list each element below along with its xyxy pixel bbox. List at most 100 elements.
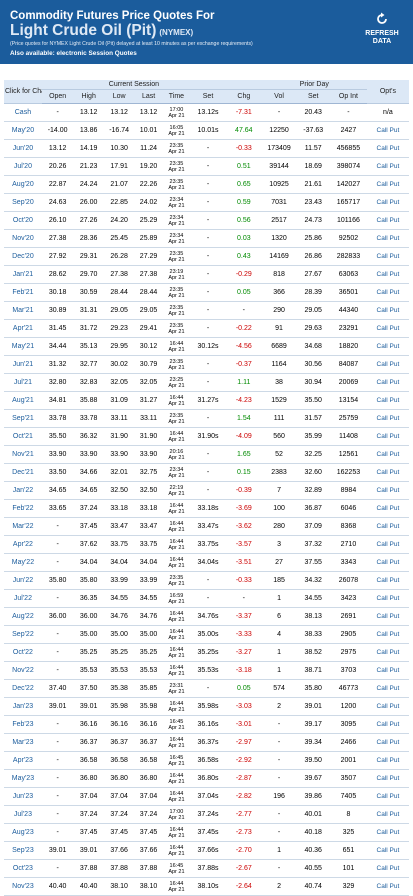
put-link[interactable]: Put	[390, 289, 400, 296]
put-link[interactable]: Put	[390, 505, 400, 512]
put-link[interactable]: Put	[390, 865, 400, 872]
put-link[interactable]: Put	[390, 667, 400, 674]
call-link[interactable]: Call	[377, 181, 388, 188]
put-link[interactable]: Put	[390, 649, 400, 656]
contract-month-link[interactable]: May'23	[4, 769, 42, 788]
contract-month-link[interactable]: Dec'20	[4, 247, 42, 266]
contract-month-link[interactable]: May'20	[4, 121, 42, 140]
put-link[interactable]: Put	[390, 577, 400, 584]
contract-month-link[interactable]: Dec'22	[4, 679, 42, 698]
put-link[interactable]: Put	[390, 271, 400, 278]
contract-month-link[interactable]: Oct'21	[4, 427, 42, 446]
put-link[interactable]: Put	[390, 883, 400, 890]
call-link[interactable]: Call	[377, 865, 388, 872]
contract-month-link[interactable]: Sep'23	[4, 841, 42, 860]
contract-month-link[interactable]: Mar'22	[4, 517, 42, 536]
put-link[interactable]: Put	[390, 775, 400, 782]
call-link[interactable]: Call	[377, 667, 388, 674]
put-link[interactable]: Put	[390, 127, 400, 134]
contract-month-link[interactable]: Jun'20	[4, 139, 42, 158]
put-link[interactable]: Put	[390, 253, 400, 260]
call-link[interactable]: Call	[377, 415, 388, 422]
put-link[interactable]: Put	[390, 811, 400, 818]
contract-month-link[interactable]: Mar'21	[4, 301, 42, 320]
contract-month-link[interactable]: Feb'23	[4, 715, 42, 734]
call-link[interactable]: Call	[377, 487, 388, 494]
put-link[interactable]: Put	[390, 631, 400, 638]
call-link[interactable]: Call	[377, 325, 388, 332]
refresh-data-button[interactable]: REFRESH DATA	[360, 12, 404, 46]
contract-month-link[interactable]: Jul'22	[4, 589, 42, 608]
call-link[interactable]: Call	[377, 577, 388, 584]
contract-month-link[interactable]: Sep'22	[4, 625, 42, 644]
call-link[interactable]: Call	[377, 631, 388, 638]
put-link[interactable]: Put	[390, 235, 400, 242]
put-link[interactable]: Put	[390, 181, 400, 188]
put-link[interactable]: Put	[390, 379, 400, 386]
call-link[interactable]: Call	[377, 739, 388, 746]
contract-month-link[interactable]: Apr'21	[4, 319, 42, 338]
put-link[interactable]: Put	[390, 325, 400, 332]
call-link[interactable]: Call	[377, 775, 388, 782]
put-link[interactable]: Put	[390, 397, 400, 404]
contract-month-link[interactable]: Sep'21	[4, 409, 42, 428]
contract-month-link[interactable]: Oct'20	[4, 211, 42, 230]
contract-month-link[interactable]: Aug'22	[4, 607, 42, 626]
put-link[interactable]: Put	[390, 307, 400, 314]
call-link[interactable]: Call	[377, 307, 388, 314]
contract-month-link[interactable]: Nov'20	[4, 229, 42, 248]
contract-month-link[interactable]: Apr'23	[4, 751, 42, 770]
call-link[interactable]: Call	[377, 451, 388, 458]
contract-month-link[interactable]: Feb'22	[4, 499, 42, 518]
contract-month-link[interactable]: May'22	[4, 553, 42, 572]
contract-month-link[interactable]: Nov'23	[4, 877, 42, 896]
contract-month-link[interactable]: Oct'23	[4, 859, 42, 878]
contract-month-link[interactable]: Jan'23	[4, 697, 42, 716]
put-link[interactable]: Put	[390, 613, 400, 620]
put-link[interactable]: Put	[390, 757, 400, 764]
call-link[interactable]: Call	[377, 145, 388, 152]
electronic-session-link[interactable]: electronic Session Quotes	[57, 50, 137, 57]
call-link[interactable]: Call	[377, 613, 388, 620]
call-link[interactable]: Call	[377, 253, 388, 260]
put-link[interactable]: Put	[390, 451, 400, 458]
put-link[interactable]: Put	[390, 163, 400, 170]
contract-month-link[interactable]: Jun'23	[4, 787, 42, 806]
call-link[interactable]: Call	[377, 829, 388, 836]
call-link[interactable]: Call	[377, 811, 388, 818]
contract-month-link[interactable]: Oct'22	[4, 643, 42, 662]
call-link[interactable]: Call	[377, 757, 388, 764]
contract-month-link[interactable]: May'21	[4, 337, 42, 356]
call-link[interactable]: Call	[377, 685, 388, 692]
contract-month-link[interactable]: Jun'21	[4, 355, 42, 374]
call-link[interactable]: Call	[377, 595, 388, 602]
put-link[interactable]: Put	[390, 145, 400, 152]
contract-month-link[interactable]: Feb'21	[4, 283, 42, 302]
call-link[interactable]: Call	[377, 163, 388, 170]
call-link[interactable]: Call	[377, 703, 388, 710]
call-link[interactable]: Call	[377, 469, 388, 476]
put-link[interactable]: Put	[390, 541, 400, 548]
put-link[interactable]: Put	[390, 847, 400, 854]
put-link[interactable]: Put	[390, 487, 400, 494]
call-link[interactable]: Call	[377, 541, 388, 548]
call-link[interactable]: Call	[377, 721, 388, 728]
contract-month-link[interactable]: Jul'21	[4, 373, 42, 392]
contract-month-link[interactable]: Apr'22	[4, 535, 42, 554]
put-link[interactable]: Put	[390, 685, 400, 692]
contract-month-link[interactable]: Mar'23	[4, 733, 42, 752]
put-link[interactable]: Put	[390, 343, 400, 350]
call-link[interactable]: Call	[377, 199, 388, 206]
call-link[interactable]: Call	[377, 289, 388, 296]
contract-month-link[interactable]: Jul'23	[4, 805, 42, 824]
contract-month-link[interactable]: Aug'23	[4, 823, 42, 842]
put-link[interactable]: Put	[390, 721, 400, 728]
put-link[interactable]: Put	[390, 217, 400, 224]
call-link[interactable]: Call	[377, 397, 388, 404]
contract-month-link[interactable]: Aug'20	[4, 175, 42, 194]
call-link[interactable]: Call	[377, 235, 388, 242]
contract-month-link[interactable]: Sep'20	[4, 193, 42, 212]
call-link[interactable]: Call	[377, 649, 388, 656]
call-link[interactable]: Call	[377, 379, 388, 386]
call-link[interactable]: Call	[377, 361, 388, 368]
